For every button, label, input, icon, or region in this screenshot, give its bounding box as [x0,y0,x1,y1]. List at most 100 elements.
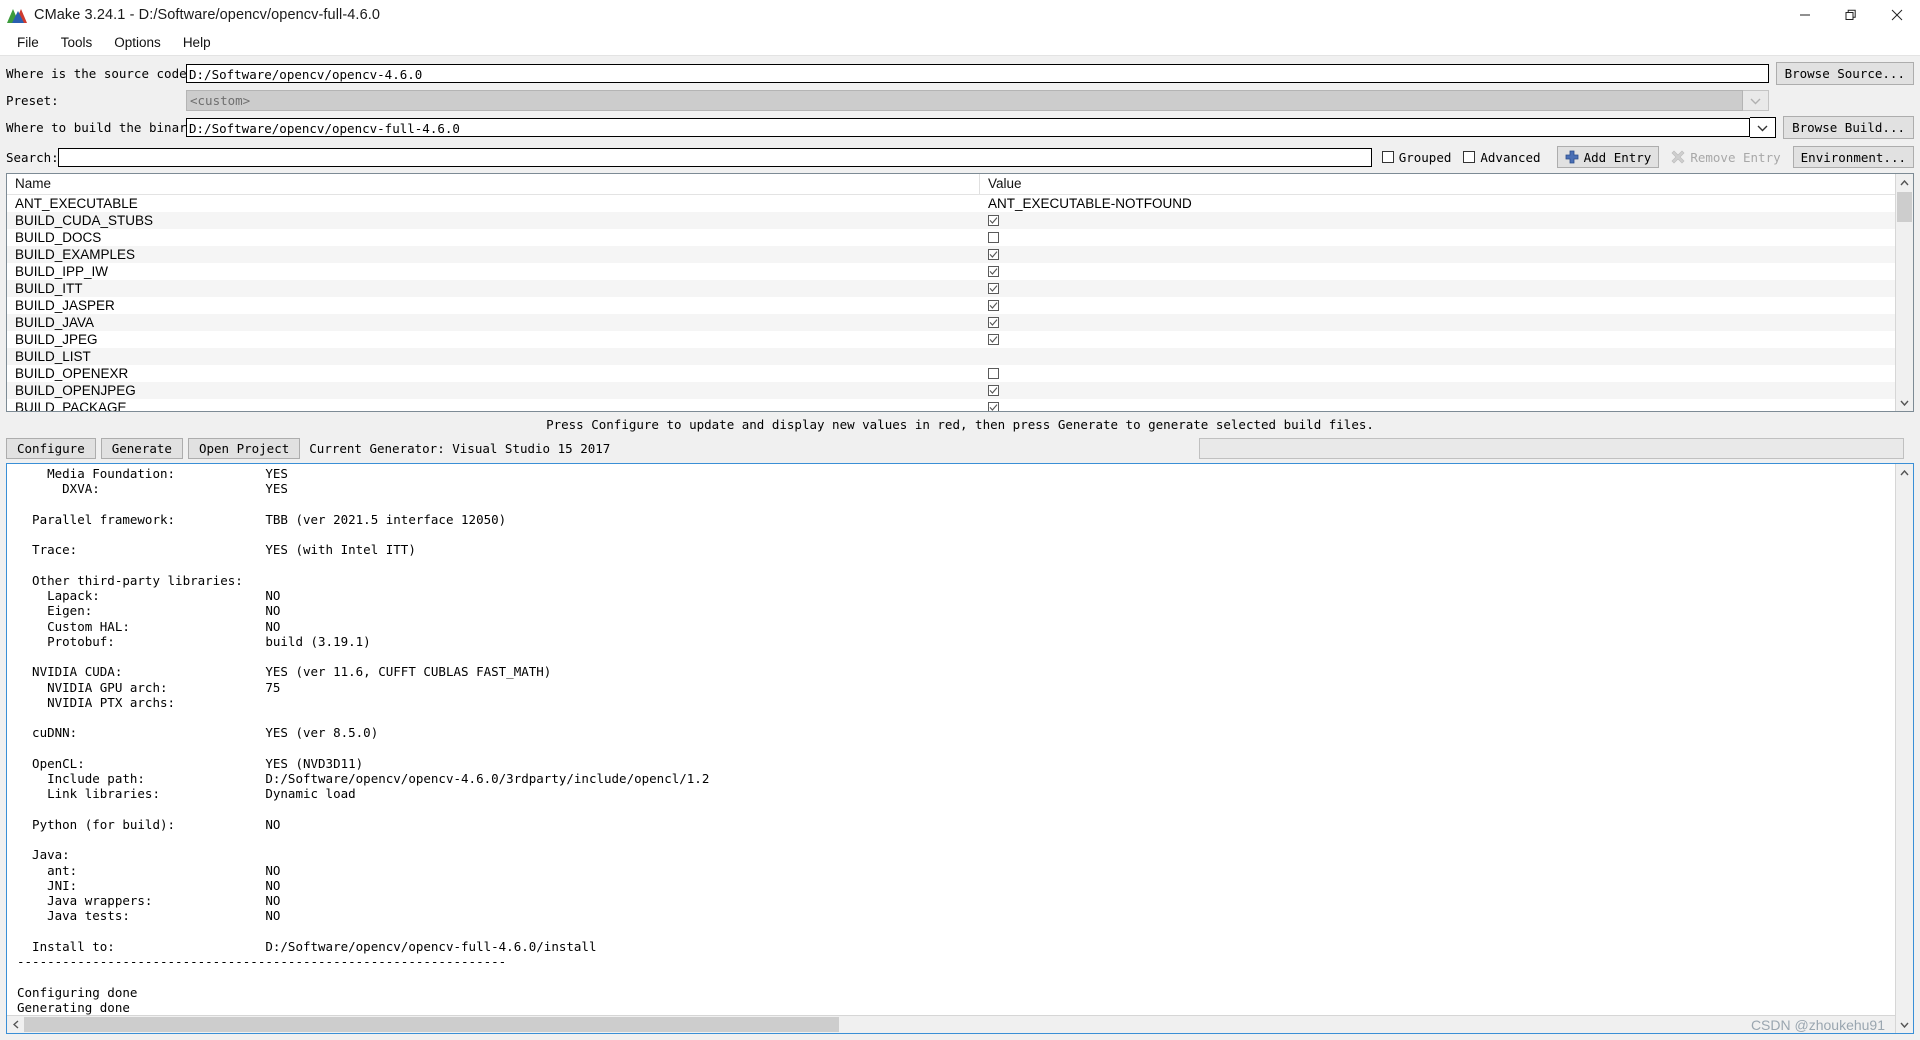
table-row[interactable]: BUILD_OPENEXR [7,365,1895,382]
table-row[interactable]: BUILD_JASPER [7,297,1895,314]
cell-value[interactable] [980,249,1895,260]
cell-name: BUILD_PACKAGE [15,400,127,411]
grouped-checkbox-box[interactable] [1381,151,1394,163]
menu-file[interactable]: File [6,33,50,52]
checkbox-checked-icon[interactable] [988,334,999,345]
advanced-checkbox[interactable]: Advanced [1463,149,1541,165]
preset-select[interactable]: <custom> [186,90,1743,111]
maximize-restore-icon[interactable] [1828,0,1874,30]
cell-name: BUILD_JASPER [15,298,115,313]
log-scroll-up-icon[interactable] [1896,464,1913,481]
search-label: Search: [6,149,59,165]
checkbox-unchecked-icon[interactable] [988,368,999,379]
cell-value[interactable] [980,215,1895,226]
cell-value[interactable] [980,334,1895,345]
menu-tools[interactable]: Tools [50,33,104,52]
add-entry-label: Add Entry [1583,149,1652,165]
close-icon[interactable] [1874,0,1920,30]
checkbox-checked-icon[interactable] [988,283,999,294]
title-bar: CMake 3.24.1 - D:/Software/opencv/opencv… [0,0,1920,30]
minimize-icon[interactable] [1782,0,1828,30]
checkbox-checked-icon[interactable] [988,266,999,277]
search-input[interactable] [58,147,1372,167]
table-row[interactable]: BUILD_ITT [7,280,1895,297]
table-row[interactable]: BUILD_JAVA [7,314,1895,331]
current-generator-text: Current Generator: Visual Studio 15 2017 [309,440,611,456]
cell-name: BUILD_LIST [15,349,91,364]
log-output-text[interactable]: Media Foundation: YES DXVA: YES Parallel… [7,464,1895,1015]
menu-options[interactable]: Options [103,33,172,52]
preset-label: Preset: [6,93,59,108]
advanced-label: Advanced [1480,149,1541,165]
checkbox-checked-icon[interactable] [988,402,999,411]
generate-button[interactable]: Generate [100,437,183,459]
grouped-checkbox[interactable]: Grouped [1381,150,1451,165]
cell-value[interactable] [980,232,1895,243]
binaries-input[interactable]: D:/Software/opencv/opencv-full-4.6.0 [186,118,1751,137]
source-label: Where is the source code: [6,66,195,81]
environment-label: Environment... [1800,149,1906,165]
chevron-down-icon[interactable] [1742,90,1769,111]
table-row[interactable]: BUILD_OPENJPEG [7,382,1895,399]
table-row[interactable]: BUILD_PACKAGE [7,399,1895,411]
binaries-chevron-down-icon[interactable] [1750,117,1777,138]
cell-value[interactable] [980,385,1895,396]
scroll-up-icon[interactable] [1896,174,1913,191]
remove-x-icon [1671,150,1685,164]
table-row[interactable]: BUILD_EXAMPLES [7,246,1895,263]
add-entry-button[interactable]: Add Entry [1556,146,1660,168]
cell-name: BUILD_OPENEXR [15,366,129,381]
scroll-down-icon[interactable] [1896,394,1913,411]
log-output-pane: Media Foundation: YES DXVA: YES Parallel… [6,463,1914,1034]
cell-value[interactable] [980,300,1895,311]
checkbox-checked-icon[interactable] [988,215,999,226]
column-header-value[interactable]: Value [980,174,1895,194]
cell-value[interactable]: ANT_EXECUTABLE-NOTFOUND [980,195,1895,212]
configure-button[interactable]: Configure [6,437,96,459]
cell-value[interactable] [980,402,1895,411]
checkbox-checked-icon[interactable] [988,317,999,328]
browse-source-button[interactable]: Browse Source... [1775,62,1914,85]
table-row[interactable]: BUILD_IPP_IW [7,263,1895,280]
table-row[interactable]: BUILD_DOCS [7,229,1895,246]
checkbox-checked-icon[interactable] [988,300,999,311]
remove-entry-label: Remove Entry [1690,149,1781,165]
table-row[interactable]: ANT_EXECUTABLE ANT_EXECUTABLE-NOTFOUND [7,195,1895,212]
cell-value[interactable] [980,317,1895,328]
cell-value[interactable] [980,368,1895,379]
advanced-checkbox-box[interactable] [1463,151,1476,163]
preset-row: Preset: <custom> Browse Source... [6,87,1914,114]
column-header-name[interactable]: Name [7,174,980,194]
cmake-logo-icon [7,6,27,24]
path-form: Where is the source code: D:/Software/op… [0,56,1920,143]
log-vertical-scrollbar[interactable] [1895,464,1913,1033]
environment-button[interactable]: Environment... [1792,146,1914,168]
table-row[interactable]: BUILD_LIST [7,348,1895,365]
search-toolbar: Search: Grouped Advanced Add Entry Remov… [0,143,1920,171]
checkbox-checked-icon[interactable] [988,249,999,260]
scrollbar-thumb[interactable] [1897,192,1912,222]
source-row: Where is the source code: D:/Software/op… [6,60,1914,87]
table-vertical-scrollbar[interactable] [1895,174,1913,411]
source-input[interactable]: D:/Software/opencv/opencv-4.6.0 [186,64,1769,83]
cell-name: BUILD_EXAMPLES [15,247,136,262]
checkbox-checked-icon[interactable] [988,385,999,396]
table-body: ANT_EXECUTABLE ANT_EXECUTABLE-NOTFOUND BUI… [7,195,1895,411]
window-controls [1782,0,1920,30]
cell-name: BUILD_CUDA_STUBS [15,213,154,228]
table-header: Name Value [7,174,1895,195]
open-project-button[interactable]: Open Project [187,437,301,459]
browse-build-button[interactable]: Browse Build... [1783,116,1914,139]
table-row[interactable]: BUILD_CUDA_STUBS [7,212,1895,229]
log-horizontal-scrollbar[interactable]: CSDN @zhoukehu91 [7,1015,1895,1033]
table-row[interactable]: BUILD_JPEG [7,331,1895,348]
watermark-text: CSDN @zhoukehu91 [1750,1017,1885,1033]
log-hscrollbar-thumb[interactable] [24,1017,839,1032]
log-scroll-down-icon[interactable] [1896,1016,1913,1033]
menu-help[interactable]: Help [172,33,222,52]
cell-value[interactable] [980,266,1895,277]
binaries-label: Where to build the binaries: [6,120,217,135]
cell-value[interactable] [980,283,1895,294]
checkbox-unchecked-icon[interactable] [988,232,999,243]
scroll-left-icon[interactable] [7,1016,24,1033]
